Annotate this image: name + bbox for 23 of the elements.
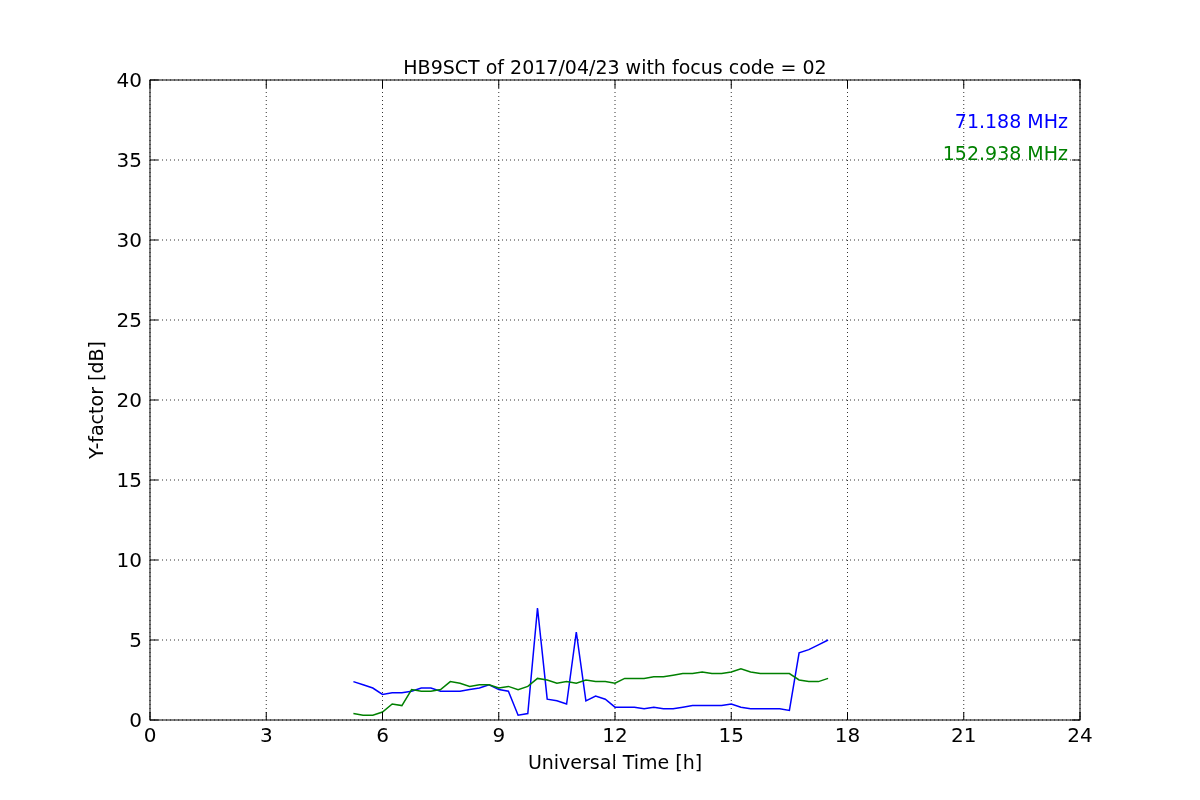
x-tick-label: 9 [492,723,506,747]
x-tick-label: 18 [834,723,861,747]
y-tick-label: 0 [129,708,142,732]
y-tick-label: 5 [129,628,142,652]
y-tick-label: 25 [116,308,142,332]
legend-label: 71.188 MHz [954,110,1068,132]
y-tick-label: 10 [116,548,142,572]
x-tick-label: 0 [143,723,157,747]
y-tick-label: 30 [116,228,142,252]
x-tick-label: 12 [602,723,628,747]
x-tick-label: 3 [259,723,273,747]
x-axis-label: Universal Time [h] [527,751,703,773]
chart-title: HB9SCT of 2017/04/23 with focus code = 02 [403,56,827,78]
x-tick-label: 21 [951,723,977,747]
y-tick-label: 40 [116,68,142,92]
y-tick-label: 15 [116,468,142,492]
x-tick-label: 15 [718,723,744,747]
y-tick-label: 20 [116,388,142,412]
y-tick-label: 35 [116,148,142,172]
y-axis-label: Y-factor [dB] [85,341,107,459]
x-tick-label: 24 [1067,723,1093,747]
x-tick-label: 6 [376,723,389,747]
legend-label: 152.938 MHz [942,142,1068,164]
